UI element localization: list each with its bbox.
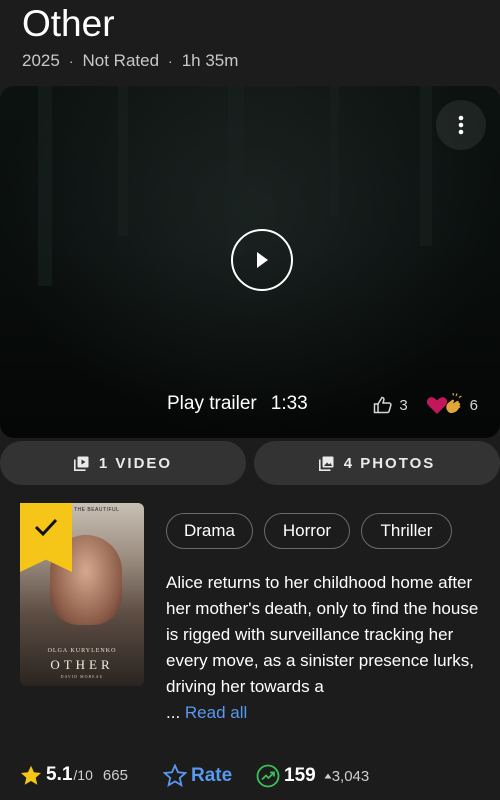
checkmark-icon xyxy=(34,518,58,537)
videos-button[interactable]: 1 VIDEO xyxy=(0,441,246,485)
read-all-link[interactable]: Read all xyxy=(185,703,247,722)
meta-separator: · xyxy=(68,53,74,69)
photo-library-icon xyxy=(318,456,334,471)
background-tree xyxy=(228,86,244,256)
rate-label: Rate xyxy=(191,764,233,786)
caret-up-icon xyxy=(324,773,332,778)
play-icon xyxy=(257,252,268,268)
background-tree xyxy=(118,86,128,236)
ratings-bar: 5.1 /10 665 Rate 159 3,043 xyxy=(0,764,500,794)
like-count: 3 xyxy=(399,396,408,414)
rating-score: 5.1 xyxy=(46,764,73,785)
photos-label: 4 PHOTOS xyxy=(343,454,436,472)
star-outline-icon xyxy=(163,764,187,787)
background-tree xyxy=(330,86,339,216)
trailer-info[interactable]: Play trailer 1:33 xyxy=(167,392,308,416)
video-library-icon xyxy=(73,456,89,471)
play-trailer-button[interactable] xyxy=(231,229,293,291)
background-tree xyxy=(420,86,432,246)
rate-button[interactable]: Rate xyxy=(163,764,232,787)
poster-title: OTHER xyxy=(50,657,114,672)
genre-chip-drama[interactable]: Drama xyxy=(166,513,253,549)
popularity-meter[interactable]: 159 3,043 xyxy=(256,764,369,788)
plot-summary[interactable]: Alice returns to her childhood home afte… xyxy=(166,570,486,726)
more-vert-icon xyxy=(458,115,464,135)
genre-chip-horror[interactable]: Horror xyxy=(264,513,350,549)
poster-tagline: THE BEAUTIFUL xyxy=(74,507,120,513)
star-icon xyxy=(21,765,41,785)
content-rating: Not Rated xyxy=(82,51,160,70)
thumbs-up-icon[interactable] xyxy=(373,396,393,414)
runtime: 1h 35m xyxy=(181,51,239,70)
meter-change-value: 3,043 xyxy=(331,767,370,785)
rating-scale: /10 xyxy=(73,767,93,783)
release-year: 2025 xyxy=(22,51,60,70)
trailer-reactions: 3 6 xyxy=(373,393,478,417)
play-trailer-label[interactable]: Play trailer xyxy=(167,392,257,416)
videos-label: 1 VIDEO xyxy=(98,454,173,472)
meter-change: 3,043 xyxy=(324,767,370,785)
meter-rank: 159 xyxy=(284,765,316,786)
plot-ellipsis: ... xyxy=(166,703,181,722)
page-title: Other xyxy=(22,3,115,44)
more-options-button[interactable] xyxy=(436,100,486,150)
meta-separator: · xyxy=(168,53,173,69)
trailer-player[interactable]: Play trailer 1:33 3 6 xyxy=(0,86,500,438)
reaction-emoji-icon[interactable] xyxy=(426,393,464,417)
poster-actor: OLGA KURYLENKO xyxy=(47,648,117,654)
rating-votes: 665 xyxy=(102,767,128,784)
trailer-duration: 1:33 xyxy=(270,393,308,414)
poster-director: DAVID MOREAU xyxy=(60,674,104,679)
title-meta: 2025 · Not Rated · 1h 35m xyxy=(22,50,238,72)
background-tree xyxy=(38,86,52,286)
imdb-rating[interactable]: 5.1 /10 665 xyxy=(20,764,128,786)
photos-button[interactable]: 4 PHOTOS xyxy=(254,441,500,485)
genre-chip-thriller[interactable]: Thriller xyxy=(361,513,452,549)
reaction-count: 6 xyxy=(469,396,478,414)
plot-text: Alice returns to her childhood home afte… xyxy=(166,573,479,696)
trending-up-icon xyxy=(256,764,280,788)
